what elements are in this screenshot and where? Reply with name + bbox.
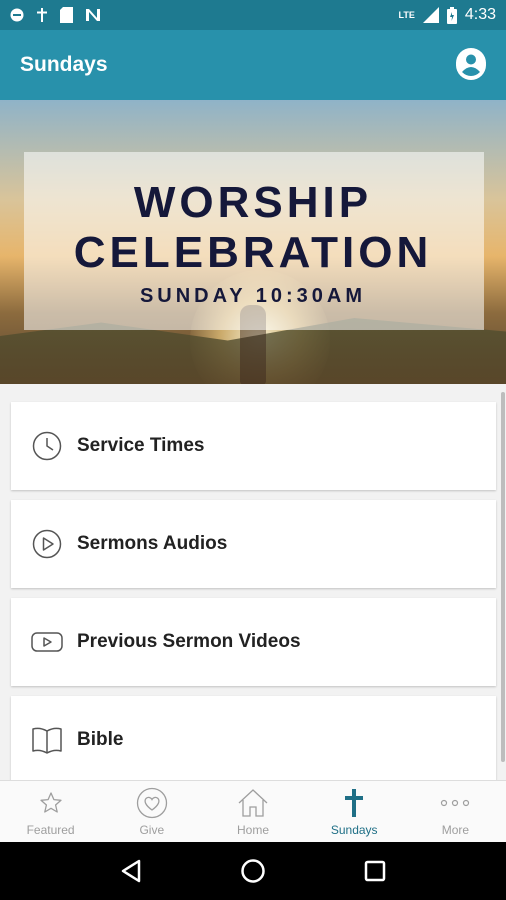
tab-label: Featured: [26, 822, 75, 837]
menu-item-bible[interactable]: Bible: [11, 696, 496, 784]
hero-title-line1: WORSHIP: [133, 178, 373, 227]
cross-icon: [36, 8, 48, 22]
recents-icon[interactable]: [360, 856, 390, 886]
hero-banner[interactable]: WORSHIP CELEBRATION SUNDAY 10:30AM: [0, 100, 506, 384]
book-icon: [31, 724, 63, 756]
menu-item-previous-sermon-videos[interactable]: Previous Sermon Videos: [11, 598, 496, 686]
profile-button[interactable]: [456, 47, 486, 83]
home-icon: [237, 787, 269, 819]
tab-label: Sundays: [330, 822, 378, 837]
status-bar: LTE 4:33: [0, 0, 506, 30]
star-icon: [35, 787, 67, 819]
tab-more[interactable]: More: [405, 781, 506, 842]
hero-title-line2: CELEBRATION: [73, 228, 433, 277]
tab-give[interactable]: Give: [101, 781, 202, 842]
status-time: 4:33: [464, 6, 496, 23]
home-circle-icon[interactable]: [238, 856, 268, 886]
signal-icon: [422, 7, 439, 23]
bottom-nav: Featured Give Home Sundays More: [0, 780, 506, 842]
account-circle-icon: [456, 47, 486, 83]
do-not-disturb-icon: [10, 8, 24, 22]
hero-subtitle: SUNDAY 10:30AM: [139, 285, 367, 307]
page-title: Sundays: [20, 53, 108, 76]
tab-label: Give: [139, 822, 165, 837]
tab-featured[interactable]: Featured: [0, 781, 101, 842]
back-icon[interactable]: [116, 856, 146, 886]
cross-icon: [338, 787, 370, 819]
system-nav-bar: [0, 842, 506, 900]
video-play-icon: [31, 626, 63, 658]
menu-item-label: Previous Sermon Videos: [77, 631, 301, 652]
more-dots-icon: [439, 787, 471, 819]
sd-card-icon: [60, 7, 73, 23]
menu-item-label: Sermons Audios: [77, 533, 228, 554]
tab-sundays[interactable]: Sundays: [304, 781, 405, 842]
tab-label: Home: [237, 822, 270, 837]
clock-icon: [31, 430, 63, 462]
play-circle-icon: [31, 528, 63, 560]
scrollbar[interactable]: [501, 392, 505, 762]
menu-item-service-times[interactable]: Service Times: [11, 402, 496, 490]
menu-item-label: Service Times: [77, 435, 205, 456]
tab-label: More: [441, 822, 470, 837]
n-icon: [85, 8, 101, 22]
menu-item-label: Bible: [77, 729, 124, 750]
app-bar: Sundays: [0, 30, 506, 100]
tab-home[interactable]: Home: [202, 781, 303, 842]
battery-icon: [446, 6, 457, 24]
heart-circle-icon: [136, 787, 168, 819]
network-type: LTE: [398, 10, 415, 20]
menu-item-sermons-audios[interactable]: Sermons Audios: [11, 500, 496, 588]
